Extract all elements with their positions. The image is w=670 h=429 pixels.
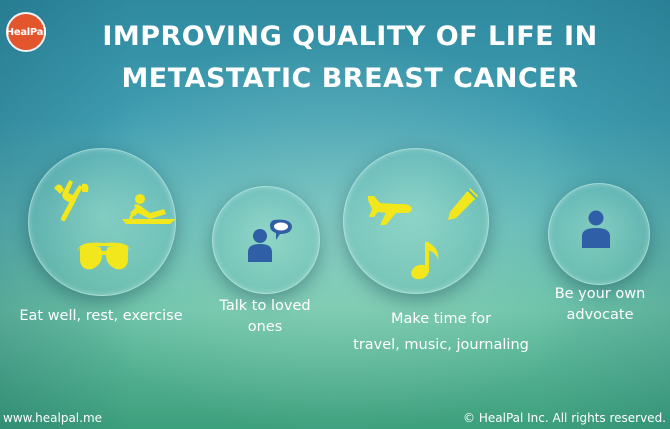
person-icon xyxy=(582,210,610,248)
hobbies-label: Make time for travel, music, journaling xyxy=(330,306,552,358)
talk-label-line-1: Talk to loved xyxy=(219,298,311,314)
website-link[interactable]: www.healpal.me xyxy=(3,411,102,425)
healpal-logo: HealPal xyxy=(5,12,47,52)
advocate-label: Be your own advocate xyxy=(540,284,660,326)
pencil-icon xyxy=(448,188,478,220)
advocate-label-line-2: advocate xyxy=(566,307,634,323)
music-note-icon xyxy=(411,242,439,280)
sunbathing-icon xyxy=(122,194,176,224)
airplane-icon xyxy=(368,196,412,225)
fork-knife-icon xyxy=(54,179,89,222)
page-title: IMPROVING QUALITY OF LIFE IN METASTATIC … xyxy=(70,16,630,100)
swim-goggles-icon xyxy=(78,242,130,270)
title-line-1: IMPROVING QUALITY OF LIFE IN xyxy=(102,21,598,52)
title-line-2: METASTATIC BREAST CANCER xyxy=(121,63,579,94)
advocate-label-line-1: Be your own xyxy=(554,286,646,302)
copyright-text: © HealPal Inc. All rights reserved. xyxy=(463,411,666,425)
person-speech-icon xyxy=(248,219,292,262)
lifestyle-label: Eat well, rest, exercise xyxy=(0,306,202,327)
logo-text: HealPal xyxy=(5,26,47,38)
hobbies-label-line-2: travel, music, journaling xyxy=(353,337,529,353)
lifestyle-label-line-1: Eat well, rest, exercise xyxy=(19,308,183,324)
talk-label-line-2: ones xyxy=(247,319,283,335)
talk-label: Talk to loved ones xyxy=(196,296,334,338)
hobbies-label-line-1: Make time for xyxy=(390,311,492,327)
